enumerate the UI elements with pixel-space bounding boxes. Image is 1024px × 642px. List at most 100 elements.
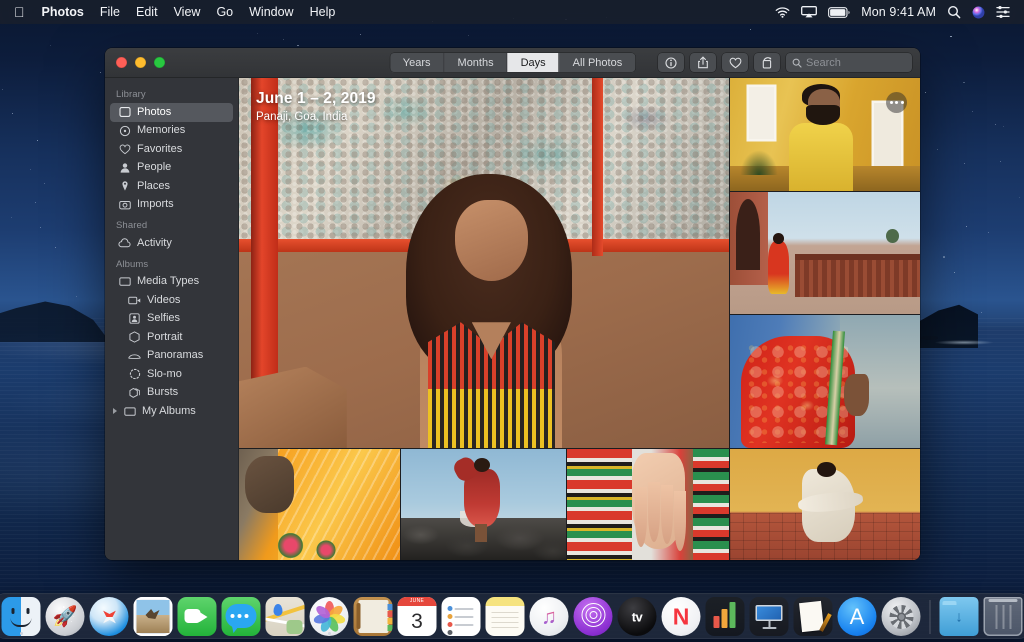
minimize-button[interactable] (135, 57, 146, 68)
menu-item-view[interactable]: View (166, 0, 209, 24)
tab-days[interactable]: Days (508, 53, 560, 72)
menu-item-edit[interactable]: Edit (128, 0, 166, 24)
folder-icon (123, 405, 136, 418)
wifi-icon[interactable] (775, 7, 790, 18)
photo-hero-woman-red-wall[interactable] (239, 78, 729, 448)
dock-item-launchpad[interactable]: 🚀 (46, 597, 85, 636)
dock-item-reminders[interactable] (442, 597, 481, 636)
photo-child-red-dress-rocks[interactable] (401, 449, 566, 560)
photo-orange-sari-profile[interactable] (239, 449, 400, 560)
sidebar-item-label: Activity (137, 238, 172, 249)
sidebar-section-library: Library (105, 83, 238, 103)
pin-icon (118, 180, 131, 193)
sidebar-item-slo-mo[interactable]: Slo-mo (110, 365, 233, 384)
sidebar-item-photos[interactable]: Photos (110, 103, 233, 122)
sidebar-item-label: People (137, 162, 171, 173)
sidebar-item-label: Slo-mo (147, 369, 182, 380)
news-glyph: N (673, 605, 690, 628)
sidebar-item-people[interactable]: People (110, 159, 233, 178)
photo-dancer-white-sari[interactable] (730, 449, 920, 560)
sidebar-item-videos[interactable]: Videos (110, 291, 233, 310)
day-header: June 1 – 2, 2019 Panaji, Goa, India (256, 90, 376, 123)
page-title: June 1 – 2, 2019 (256, 90, 376, 108)
sidebar-item-selfies[interactable]: Selfies (110, 310, 233, 329)
window-toolbar: Years Months Days All Photos (105, 48, 920, 78)
search-input[interactable]: Search (786, 53, 912, 72)
sidebar-item-label: Favorites (137, 144, 182, 155)
dock-item-keynote[interactable] (750, 597, 789, 636)
sidebar-section-shared: Shared (105, 214, 238, 234)
dock-item-calendar[interactable]: JUNE 3 (398, 597, 437, 636)
search-icon (792, 58, 802, 68)
sidebar-item-label: Photos (137, 107, 171, 118)
menu-bar:  Photos File Edit View Go Window Help M… (0, 0, 1024, 24)
dock-item-downloads[interactable]: ↓ (940, 597, 979, 636)
sidebar-item-favorites[interactable]: Favorites (110, 140, 233, 159)
photos-window: Years Months Days All Photos (105, 48, 920, 560)
sidebar-item-bursts[interactable]: Bursts (110, 384, 233, 403)
favorite-button[interactable] (722, 53, 748, 72)
photo-woman-red-sari-courtyard[interactable] (730, 192, 920, 314)
portrait-icon (128, 331, 141, 344)
dock-item-messages[interactable] (222, 597, 261, 636)
sidebar-item-panoramas[interactable]: Panoramas (110, 347, 233, 366)
dock-item-safari[interactable] (90, 597, 129, 636)
menu-item-window[interactable]: Window (241, 0, 301, 24)
dock-item-finder[interactable] (2, 597, 41, 636)
folder-icon (118, 275, 131, 288)
gear-icon (889, 605, 913, 629)
dock-item-contacts[interactable] (354, 597, 393, 636)
control-center-icon[interactable] (996, 6, 1010, 18)
dock: 🚀 JUNE 3 ♫ (0, 593, 1024, 639)
tab-years[interactable]: Years (390, 53, 445, 72)
dock-item-appletv[interactable]: tv (618, 597, 657, 636)
tab-months[interactable]: Months (445, 53, 508, 72)
dock-item-music[interactable]: ♫ (530, 597, 569, 636)
sidebar-item-imports[interactable]: Imports (110, 196, 233, 215)
menu-item-file[interactable]: File (92, 0, 128, 24)
more-options-icon[interactable] (886, 92, 907, 113)
dock-item-notes[interactable] (486, 597, 525, 636)
zoom-button[interactable] (154, 57, 165, 68)
chevron-right-icon[interactable] (113, 408, 117, 414)
sidebar-item-label: Selfies (147, 313, 180, 324)
dock-item-numbers[interactable] (706, 597, 745, 636)
dock-item-facetime[interactable] (178, 597, 217, 636)
sidebar-item-memories[interactable]: Memories (110, 122, 233, 141)
info-button[interactable] (658, 53, 684, 72)
sidebar-item-activity[interactable]: Activity (110, 234, 233, 253)
siri-icon[interactable] (972, 6, 985, 19)
sidebar-item-media-types[interactable]: Media Types (110, 273, 233, 292)
rotate-button[interactable] (754, 53, 780, 72)
spotlight-search-icon[interactable] (947, 5, 961, 19)
dock-item-news[interactable]: N (662, 597, 701, 636)
menu-bar-clock[interactable]: Mon 9:41 AM (861, 5, 936, 19)
dock-item-pages[interactable] (794, 597, 833, 636)
dock-item-systempreferences[interactable] (882, 597, 921, 636)
sidebar-item-places[interactable]: Places (110, 177, 233, 196)
share-button[interactable] (690, 53, 716, 72)
calendar-month: JUNE (398, 597, 437, 606)
selfie-icon (128, 312, 141, 325)
close-button[interactable] (116, 57, 127, 68)
sidebar-item-portrait[interactable]: Portrait (110, 328, 233, 347)
dock-item-trash[interactable] (984, 597, 1023, 636)
photo-hand-striped-fabric[interactable] (567, 449, 729, 560)
sidebar-item-my-albums[interactable]: My Albums (110, 402, 233, 421)
dock-item-appstore[interactable]: A (838, 597, 877, 636)
dock-item-maps[interactable] (266, 597, 305, 636)
tab-all-photos[interactable]: All Photos (560, 53, 636, 72)
location-subtitle: Panaji, Goa, India (256, 111, 376, 123)
apple-logo-icon[interactable]:  (9, 0, 34, 24)
dock-item-podcasts[interactable] (574, 597, 613, 636)
menu-item-help[interactable]: Help (302, 0, 344, 24)
toolbar-right-group: Search (658, 53, 912, 72)
menu-item-photos[interactable]: Photos (34, 0, 92, 24)
dock-item-mail[interactable] (134, 597, 173, 636)
photo-red-sari-blue-wall[interactable] (730, 315, 920, 448)
airplay-icon[interactable] (801, 6, 817, 18)
menu-item-go[interactable]: Go (208, 0, 241, 24)
appletv-glyph: tv (632, 609, 643, 624)
battery-icon[interactable] (828, 7, 850, 18)
dock-item-photos[interactable] (310, 597, 349, 636)
